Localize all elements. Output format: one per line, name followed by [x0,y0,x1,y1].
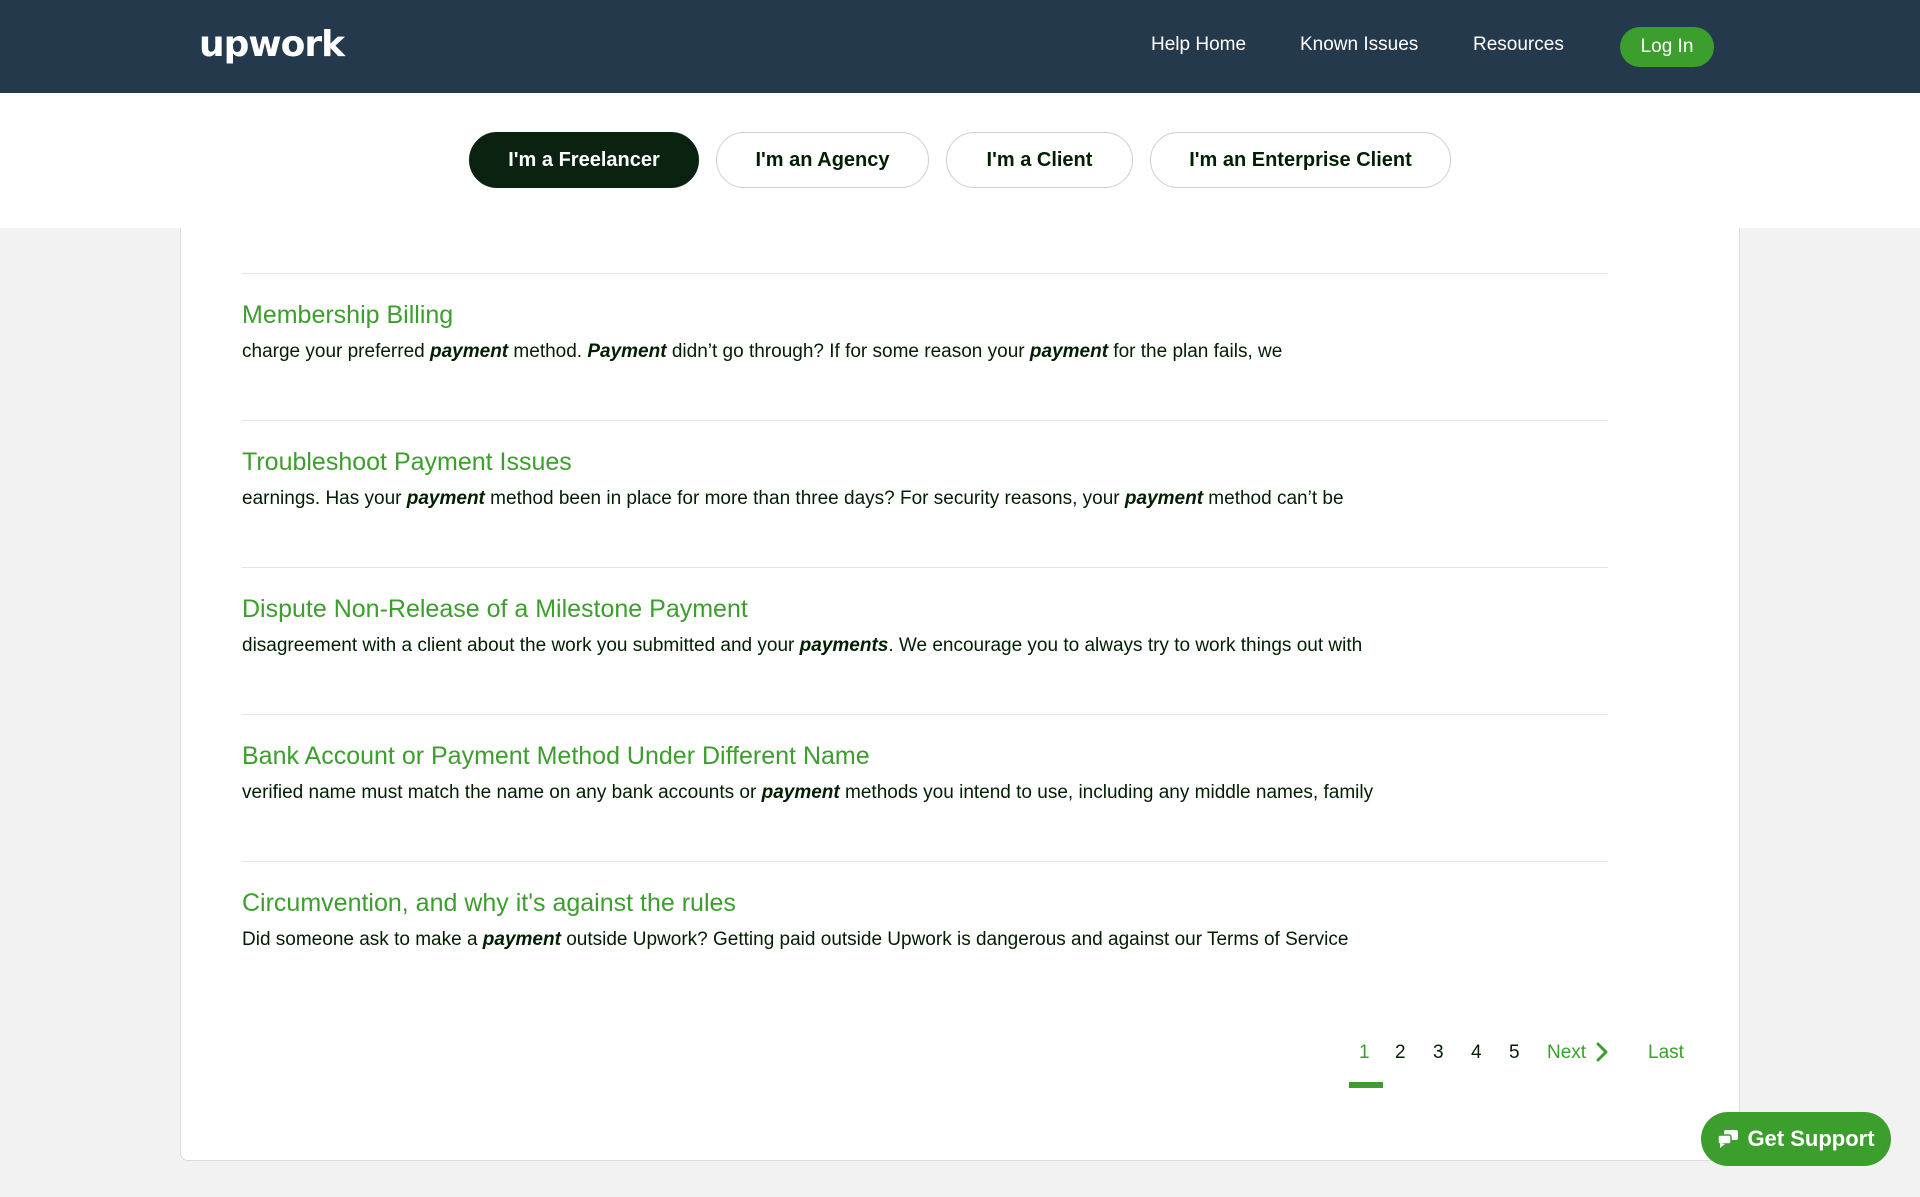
result-snippet: charge your preferred payment method. Pa… [242,341,1282,363]
result-title-link[interactable]: Dispute Non-Release of a Milestone Payme… [242,595,748,624]
tab-enterprise-client[interactable]: I'm an Enterprise Client [1150,132,1451,188]
snippet-text: disagreement with a client about the wor… [242,635,800,656]
page-link-3[interactable]: 3 [1433,1042,1444,1064]
snippet-highlight: payment [430,341,509,362]
result-snippet: disagreement with a client about the wor… [242,635,1362,657]
snippet-highlight: payments [799,635,889,656]
login-button[interactable]: Log In [1620,27,1714,67]
result-title-link[interactable]: Troubleshoot Payment Issues [242,448,572,477]
snippet-highlight: payment [1124,488,1204,509]
tab-freelancer[interactable]: I'm a Freelancer [469,132,699,188]
snippet-text: . We encourage you to always try to work… [888,635,1363,656]
snippet-highlight: payment [761,782,840,803]
snippet-highlight: payment [482,929,561,950]
snippet-text: Did someone ask to make a [242,929,483,950]
upwork-logo[interactable]: upwork [199,24,345,65]
persona-tab-bar: I'm a Freelancer I'm an Agency I'm a Cli… [0,93,1920,228]
chat-bubbles-icon [1717,1130,1739,1148]
tab-agency[interactable]: I'm an Agency [716,132,929,188]
result-item: Troubleshoot Payment Issues earnings. Ha… [242,420,1608,567]
result-snippet: earnings. Has your payment method been i… [242,488,1344,510]
result-item: Membership Billing charge your preferred… [242,273,1608,420]
result-snippet: verified name must match the name on any… [242,782,1373,804]
snippet-text: didn’t go through? If for some reason yo… [666,341,1030,362]
snippet-text: method can’t be [1203,488,1344,509]
page-link-5[interactable]: 5 [1509,1042,1520,1064]
nav-help-home[interactable]: Help Home [1151,34,1246,56]
snippet-text: for the plan fails, we [1108,341,1283,362]
snippet-text: method been in place for more than three… [484,488,1125,509]
result-title-link[interactable]: Circumvention, and why it's against the … [242,889,736,918]
result-item: Bank Account or Payment Method Under Dif… [242,714,1608,861]
result-item: Dispute Non-Release of a Milestone Payme… [242,567,1608,714]
result-title-link[interactable]: Membership Billing [242,301,453,330]
top-navigation-bar: upwork Help Home Known Issues Resources … [0,0,1920,93]
tab-client[interactable]: I'm a Client [946,132,1133,188]
result-snippet: Did someone ask to make a payment outsid… [242,929,1348,951]
snippet-text: outside Upwork? Getting paid outside Upw… [560,929,1349,950]
snippet-text: methods you intend to use, including any… [839,782,1374,803]
snippet-highlight: payment [1029,341,1109,362]
snippet-text: method. [508,341,588,362]
nav-resources[interactable]: Resources [1473,34,1564,56]
chevron-right-icon [1596,1042,1608,1062]
result-title-link[interactable]: Bank Account or Payment Method Under Dif… [242,742,870,771]
snippet-highlight: payment [406,488,485,509]
page-link-2[interactable]: 2 [1395,1042,1406,1064]
current-page-indicator [1349,1082,1383,1088]
page-next-label: Next [1547,1042,1587,1063]
page-link-1[interactable]: 1 [1359,1042,1370,1064]
snippet-highlight: Payment [587,341,667,362]
page-link-4[interactable]: 4 [1471,1042,1482,1064]
page-next-link[interactable]: Next [1547,1042,1609,1064]
page-last-link[interactable]: Last [1648,1042,1684,1064]
snippet-text: verified name must match the name on any… [242,782,762,803]
pagination: 1 2 3 4 5 Next Last [181,1042,1741,1082]
nav-known-issues[interactable]: Known Issues [1300,34,1418,56]
result-item: Circumvention, and why it's against the … [242,861,1608,1008]
search-results-card: Membership Billing charge your preferred… [180,228,1740,1161]
get-support-label: Get Support [1747,1126,1875,1151]
get-support-button[interactable]: Get Support [1701,1112,1891,1166]
snippet-text: earnings. Has your [242,488,407,509]
snippet-text: charge your preferred [242,341,430,362]
